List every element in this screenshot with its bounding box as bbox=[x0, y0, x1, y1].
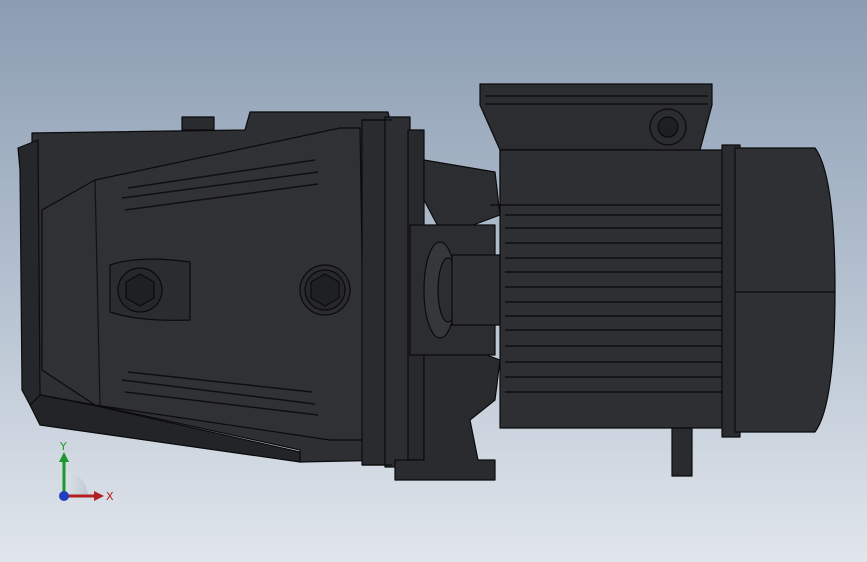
y-axis-label: Y bbox=[59, 440, 67, 453]
bolt-boss-right bbox=[299, 264, 351, 316]
motor-foot bbox=[671, 427, 693, 477]
motor-fan-cover[interactable] bbox=[721, 144, 836, 438]
coordinate-triad: Y X bbox=[59, 440, 114, 503]
x-axis-arrowhead bbox=[94, 491, 104, 501]
x-axis-label: X bbox=[106, 490, 114, 503]
pump-motor-model[interactable] bbox=[0, 0, 867, 562]
y-axis-arrowhead bbox=[59, 452, 69, 462]
cad-viewport[interactable]: Y X bbox=[0, 0, 867, 562]
triad-plane-indicator bbox=[64, 472, 88, 496]
pump-shaft-coupling[interactable] bbox=[423, 241, 501, 339]
cable-gland[interactable] bbox=[649, 108, 687, 146]
z-axis-dot bbox=[59, 491, 69, 501]
motor-body[interactable] bbox=[499, 149, 731, 429]
bolt-boss-left bbox=[109, 258, 191, 321]
